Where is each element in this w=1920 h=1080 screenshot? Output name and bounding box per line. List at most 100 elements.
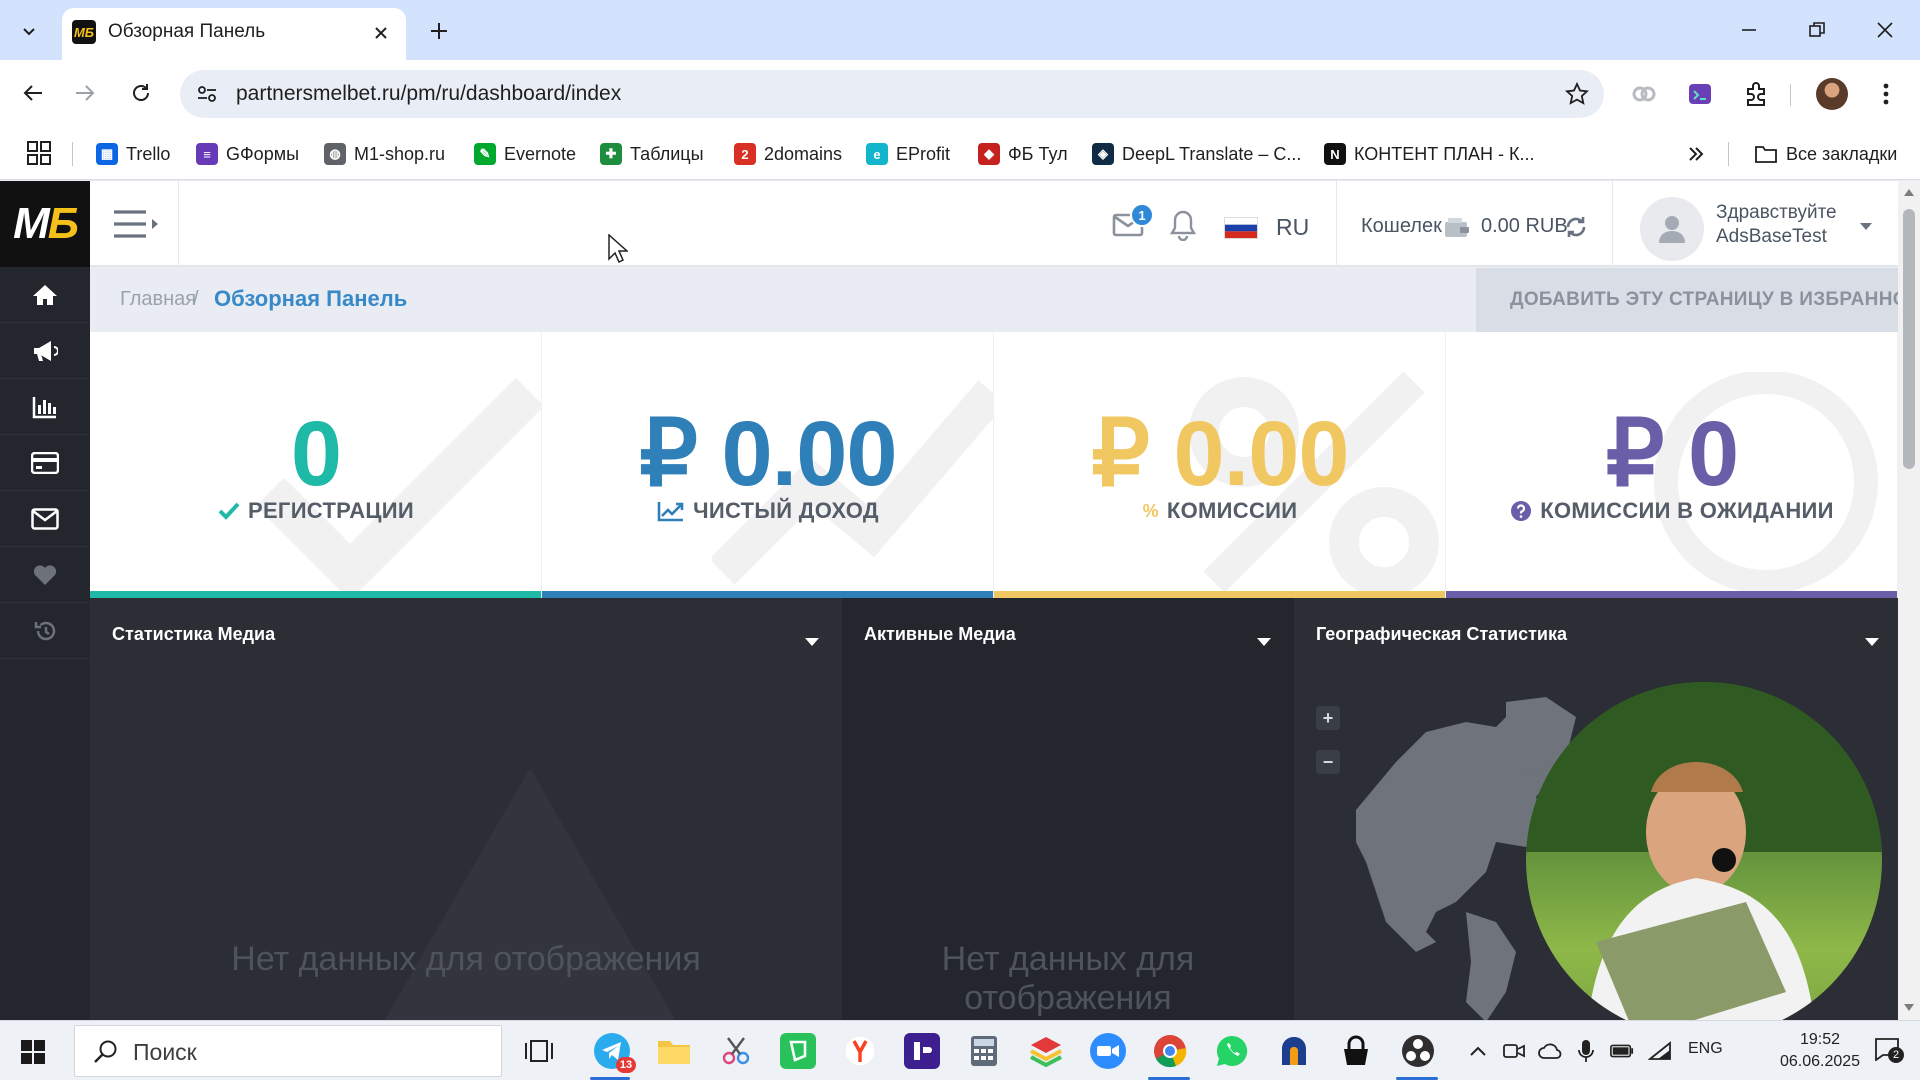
minimize-icon (1742, 29, 1756, 31)
bookmark-item[interactable]: e EProfit (866, 140, 950, 168)
add-to-favorites-button[interactable]: ДОБАВИТЬ ЭТУ СТРАНИЦУ В ИЗБРАННОЕ (1476, 268, 1920, 332)
russia-flag-icon[interactable] (1224, 217, 1258, 239)
melbet-logo[interactable]: MБ (0, 181, 90, 267)
apps-grid-icon[interactable] (26, 140, 52, 166)
minimize-button[interactable] (1724, 10, 1774, 50)
bookmark-item[interactable]: ◈ DeepL Translate – C... (1092, 140, 1301, 168)
url-text[interactable]: partnersmelbet.ru/pm/ru/dashboard/index (236, 82, 621, 106)
stat-label: РЕГИСТРАЦИИ (247, 498, 415, 523)
bookmark-item[interactable]: ≡ GФормы (196, 140, 299, 168)
windows-start-icon[interactable] (20, 1039, 46, 1065)
bookmark-item[interactable]: ◆ ФБ Тул (978, 140, 1068, 168)
bookmark-label: ФБ Тул (1008, 143, 1068, 164)
snipping-tool-app[interactable] (718, 1033, 754, 1069)
stat-color-bar (994, 591, 1445, 598)
extension-link-icon[interactable] (1628, 78, 1660, 110)
bookmark-star-icon[interactable] (1564, 81, 1590, 107)
user-greeting[interactable]: Здравствуйте AdsBaseTest (1716, 201, 1837, 249)
reload-button[interactable] (122, 74, 160, 112)
zoom-app[interactable] (1090, 1033, 1126, 1069)
obs-app[interactable] (1400, 1033, 1436, 1069)
scroll-up-icon[interactable] (1903, 187, 1915, 197)
notifications-button[interactable]: 2 (1874, 1037, 1906, 1065)
purple-app[interactable] (904, 1033, 940, 1069)
extensions-puzzle-icon[interactable] (1740, 78, 1772, 110)
credit-card-icon (31, 451, 59, 474)
scroll-thumb[interactable] (1903, 209, 1915, 469)
vpn-app[interactable] (1276, 1033, 1312, 1069)
bookmarks-bar: ▦ Trello ≡ GФормы ◍ M1-shop.ru ✎ Evernote ✚ Табли… (0, 128, 1920, 180)
caret-down-icon[interactable] (1858, 221, 1874, 233)
map-zoom-out-button[interactable]: − (1316, 750, 1340, 774)
new-tab-button[interactable] (422, 14, 456, 48)
system-clock[interactable]: 19:52 06.06.2025 (1770, 1029, 1870, 1073)
close-icon (375, 27, 387, 39)
bookmark-item[interactable]: N КОНТЕНТ ПЛАН - К... (1324, 140, 1535, 168)
tray-wifi-icon[interactable] (1648, 1039, 1672, 1063)
whatsapp-app[interactable] (1214, 1033, 1250, 1069)
back-button[interactable] (14, 74, 52, 112)
all-bookmarks-folder[interactable]: Все закладки (1754, 140, 1897, 168)
lock-app[interactable] (1338, 1033, 1374, 1069)
sidebar-item-payments[interactable] (0, 435, 90, 491)
caret-down-icon[interactable] (1864, 636, 1880, 648)
restore-button[interactable] (1792, 10, 1842, 50)
bookmark-item[interactable]: 2 2domains (734, 140, 842, 168)
sidebar-item-favorites[interactable] (0, 547, 90, 603)
refresh-icon[interactable] (1564, 215, 1588, 239)
profile-avatar[interactable] (1816, 78, 1848, 110)
site-settings-icon[interactable] (194, 81, 220, 107)
caret-down-icon[interactable] (1256, 636, 1272, 648)
user-avatar[interactable] (1640, 197, 1704, 261)
forward-button[interactable] (66, 74, 104, 112)
address-bar[interactable]: partnersmelbet.ru/pm/ru/dashboard/index (180, 70, 1604, 118)
stat-card-registrations: 0 РЕГИСТРАЦИИ (90, 332, 542, 598)
header-divider (178, 181, 179, 267)
tray-language[interactable]: ENG (1688, 1040, 1723, 1058)
taskbar-search[interactable]: Поиск (74, 1025, 502, 1077)
extension-app-icon[interactable] (1684, 78, 1716, 110)
calculator-app[interactable] (966, 1033, 1002, 1069)
mouse-cursor-icon (608, 234, 628, 264)
chrome-menu-button[interactable] (1870, 78, 1902, 110)
bookmark-item[interactable]: ✚ Таблицы (600, 140, 704, 168)
tray-overflow-button[interactable] (1466, 1039, 1490, 1063)
arrow-left-icon (23, 85, 42, 101)
bluestacks-app[interactable] (1028, 1033, 1064, 1069)
globe-icon: ◍ (324, 143, 346, 165)
bell-icon[interactable] (1168, 209, 1198, 241)
tray-microphone-icon[interactable] (1574, 1039, 1598, 1063)
file-explorer-app[interactable] (656, 1033, 692, 1069)
page-scrollbar[interactable] (1898, 181, 1920, 1020)
caret-down-icon[interactable] (804, 636, 820, 648)
breadcrumb-home-link[interactable]: Главная (120, 288, 196, 311)
sidebar-item-promo[interactable] (0, 323, 90, 379)
stat-card-commissions: ₽ 0.00 % КОМИССИИ (994, 332, 1446, 598)
sidebar-item-home[interactable] (0, 267, 90, 323)
wallet-amount: 0.00 RUB (1481, 215, 1568, 237)
bookmark-item[interactable]: ▦ Trello (96, 140, 170, 168)
sidebar-item-messages[interactable] (0, 491, 90, 547)
chrome-app[interactable] (1152, 1033, 1188, 1069)
close-window-button[interactable] (1860, 10, 1910, 50)
tray-camera-icon[interactable] (1502, 1039, 1526, 1063)
task-view-icon[interactable] (524, 1037, 554, 1065)
tray-cloud-icon[interactable] (1538, 1039, 1562, 1063)
active-tab[interactable]: MБ Обзорная Панель (62, 8, 406, 60)
bookmarks-overflow-button[interactable] (1684, 142, 1708, 166)
tab-search-button[interactable] (12, 14, 46, 48)
tab-close-button[interactable] (370, 22, 392, 44)
map-zoom-in-button[interactable]: + (1316, 706, 1340, 730)
green-app[interactable] (780, 1033, 816, 1069)
menu-toggle-icon[interactable] (112, 207, 162, 241)
stat-label-row: КОМИССИИ В ОЖИДАНИИ (1446, 498, 1897, 524)
scroll-down-icon[interactable] (1903, 1003, 1915, 1013)
tray-battery-icon[interactable] (1610, 1039, 1634, 1063)
language-selector[interactable]: RU (1276, 214, 1309, 241)
yandex-browser-app[interactable] (842, 1033, 878, 1069)
bookmark-item[interactable]: ✎ Evernote (474, 140, 576, 168)
bookmark-item[interactable]: ◍ M1-shop.ru (324, 140, 445, 168)
bookmark-label: M1-shop.ru (354, 143, 446, 164)
sidebar-item-history[interactable] (0, 603, 90, 659)
sidebar-item-reports[interactable] (0, 379, 90, 435)
